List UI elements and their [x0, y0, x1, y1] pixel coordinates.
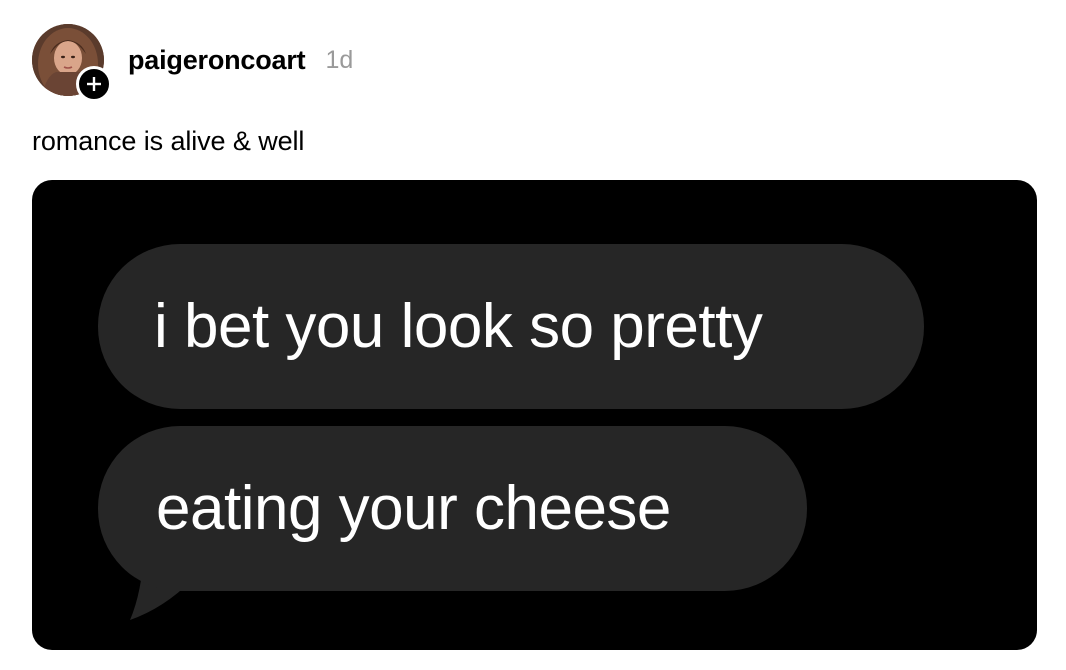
message-text: eating your cheese	[156, 474, 671, 543]
post-caption: romance is alive & well	[32, 126, 305, 156]
post-media-image[interactable]: i bet you look so pretty eating your che…	[32, 180, 1037, 650]
post-timestamp: 1d	[325, 45, 354, 74]
username-link[interactable]: paigeroncoart	[128, 45, 306, 76]
message-bubble: i bet you look so pretty	[98, 244, 924, 409]
follow-button[interactable]	[76, 66, 112, 102]
message-text: i bet you look so pretty	[154, 292, 763, 361]
post-header: paigeroncoart 1d	[32, 22, 354, 102]
message-bubble: eating your cheese	[98, 426, 807, 591]
plus-icon	[87, 77, 101, 91]
avatar-button[interactable]	[32, 24, 112, 102]
